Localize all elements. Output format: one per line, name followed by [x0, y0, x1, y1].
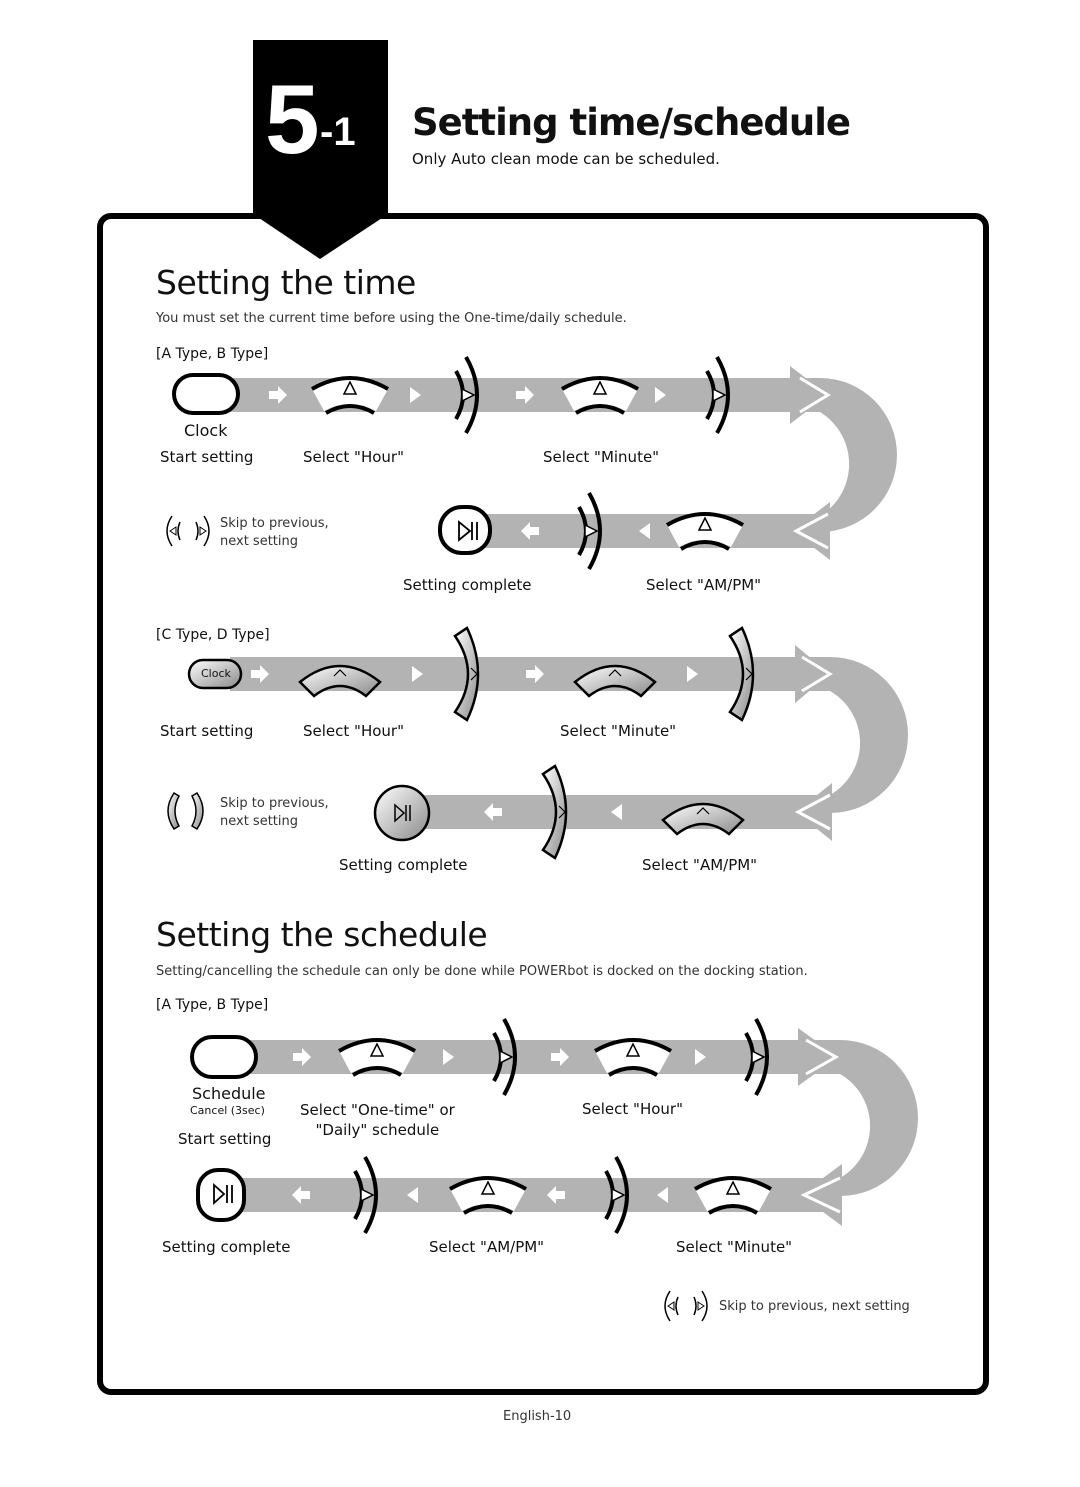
wheel-up-icon — [337, 1038, 417, 1077]
type-label-ab: [A Type, B Type] — [156, 997, 269, 1013]
schedule-button-icon — [190, 1035, 258, 1079]
step-label: Select "Minute" — [560, 722, 677, 740]
wheel-up-icon — [693, 1176, 773, 1215]
wheel-up-icon — [593, 1038, 673, 1077]
skip-legend-icon — [664, 1290, 708, 1322]
section-description-time: You must set the current time before usi… — [156, 311, 627, 326]
step-label: Setting complete — [339, 856, 468, 874]
skip-note: Skip to previous, next setting — [719, 1299, 910, 1314]
step-label: Select "AM/PM" — [642, 856, 758, 874]
play-pause-button-icon — [438, 505, 492, 555]
diagram-schedule-ab — [190, 1017, 918, 1322]
step-label: Select "Hour" — [303, 448, 404, 466]
wheel-up-icon — [448, 1176, 528, 1215]
step-label: Setting complete — [162, 1238, 291, 1256]
section-description-schedule: Setting/cancelling the schedule can only… — [156, 964, 808, 979]
clock-button-label: Clock — [201, 667, 231, 680]
clock-button-icon — [172, 373, 240, 415]
step-label: Select "One-time" or "Daily" schedule — [300, 1101, 455, 1139]
step-label: Select "Hour" — [303, 722, 404, 740]
step-label: Setting complete — [403, 576, 532, 594]
wheel-up-icon — [560, 376, 640, 415]
flow-diagrams — [166, 355, 918, 1322]
flow-band-top — [230, 378, 790, 412]
wheel-up-icon — [310, 376, 390, 415]
section-heading-time: Setting the time — [156, 263, 416, 302]
step-label: Start setting — [160, 722, 254, 740]
play-pause-button-icon — [196, 1168, 246, 1222]
wheel-up-icon — [665, 512, 745, 551]
play-pause-button-icon — [373, 784, 431, 842]
step-label: Select "Hour" — [582, 1100, 683, 1118]
schedule-button-label: Schedule — [192, 1084, 266, 1103]
step-label: Select "Minute" — [676, 1238, 793, 1256]
step-label: Select "AM/PM" — [646, 576, 762, 594]
step-label: Select "Minute" — [543, 448, 660, 466]
step-label: Select "AM/PM" — [429, 1238, 545, 1256]
skip-note: Skip to previous, next setting — [220, 516, 329, 549]
skip-legend-icon — [167, 791, 204, 831]
step-label: Start setting — [178, 1130, 272, 1148]
skip-legend-icon — [166, 515, 210, 547]
section-heading-schedule: Setting the schedule — [156, 915, 488, 954]
type-label-ab: [A Type, B Type] — [156, 346, 269, 362]
clock-button-label: Clock — [184, 421, 228, 440]
schedule-button-sublabel: Cancel (3sec) — [190, 1104, 265, 1117]
type-label-cd: [C Type, D Type] — [156, 627, 270, 643]
step-label: Start setting — [160, 448, 254, 466]
skip-note: Skip to previous, next setting — [220, 796, 329, 829]
page-footer: English-10 — [503, 1409, 572, 1424]
